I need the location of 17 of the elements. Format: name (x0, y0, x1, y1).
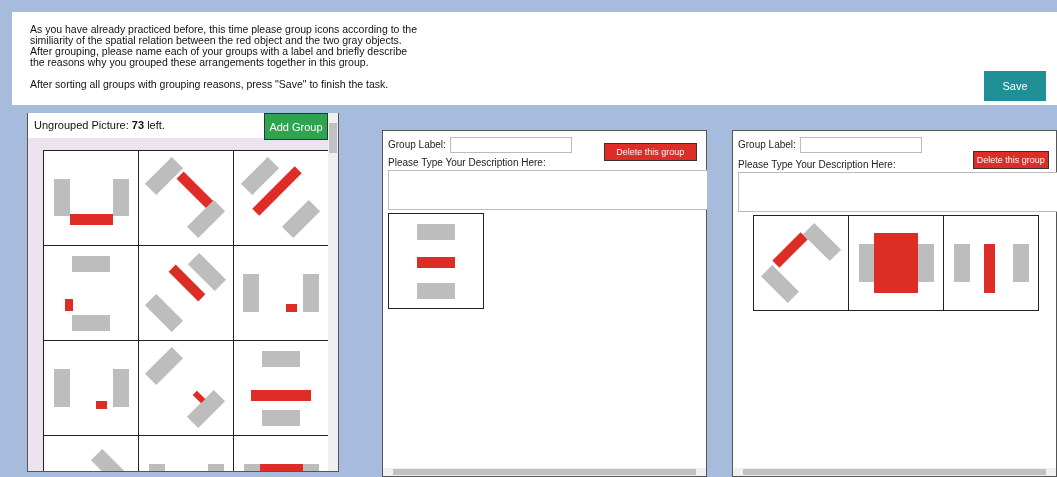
description-input[interactable] (738, 172, 1057, 212)
ungrouped-count: Ungrouped Picture: 73 left. (34, 119, 165, 131)
delete-group-button[interactable]: Delete this group (972, 151, 1049, 169)
description-input[interactable] (388, 170, 708, 210)
add-group-button[interactable]: Add Group (264, 113, 328, 140)
horizontal-scrollbar[interactable] (383, 468, 706, 476)
group-label-input[interactable] (449, 137, 572, 153)
group-label-caption: Group Label: (388, 139, 446, 150)
delete-group-button[interactable]: Delete this group (603, 143, 697, 161)
instructions-text: As you have already practiced before, this time please group icons according to the similiarity of the spatial relation between the red object and the two gray objects. After grouping, please name each of your groups with a label and briefly describe the reasons why you grouped these arrangements together in this group. After sorting all groups with grouping reasons, press "Save" to finish the task. (30, 24, 417, 92)
description-caption: Please Type Your Description Here: (738, 159, 896, 170)
group-label-caption: Group Label: (738, 139, 796, 150)
vertical-scrollbar[interactable] (328, 113, 338, 471)
save-button[interactable]: Save (984, 71, 1046, 101)
horizontal-scrollbar[interactable] (733, 468, 1056, 476)
group-label-input[interactable] (799, 137, 922, 153)
description-caption: Please Type Your Description Here: (388, 157, 546, 168)
